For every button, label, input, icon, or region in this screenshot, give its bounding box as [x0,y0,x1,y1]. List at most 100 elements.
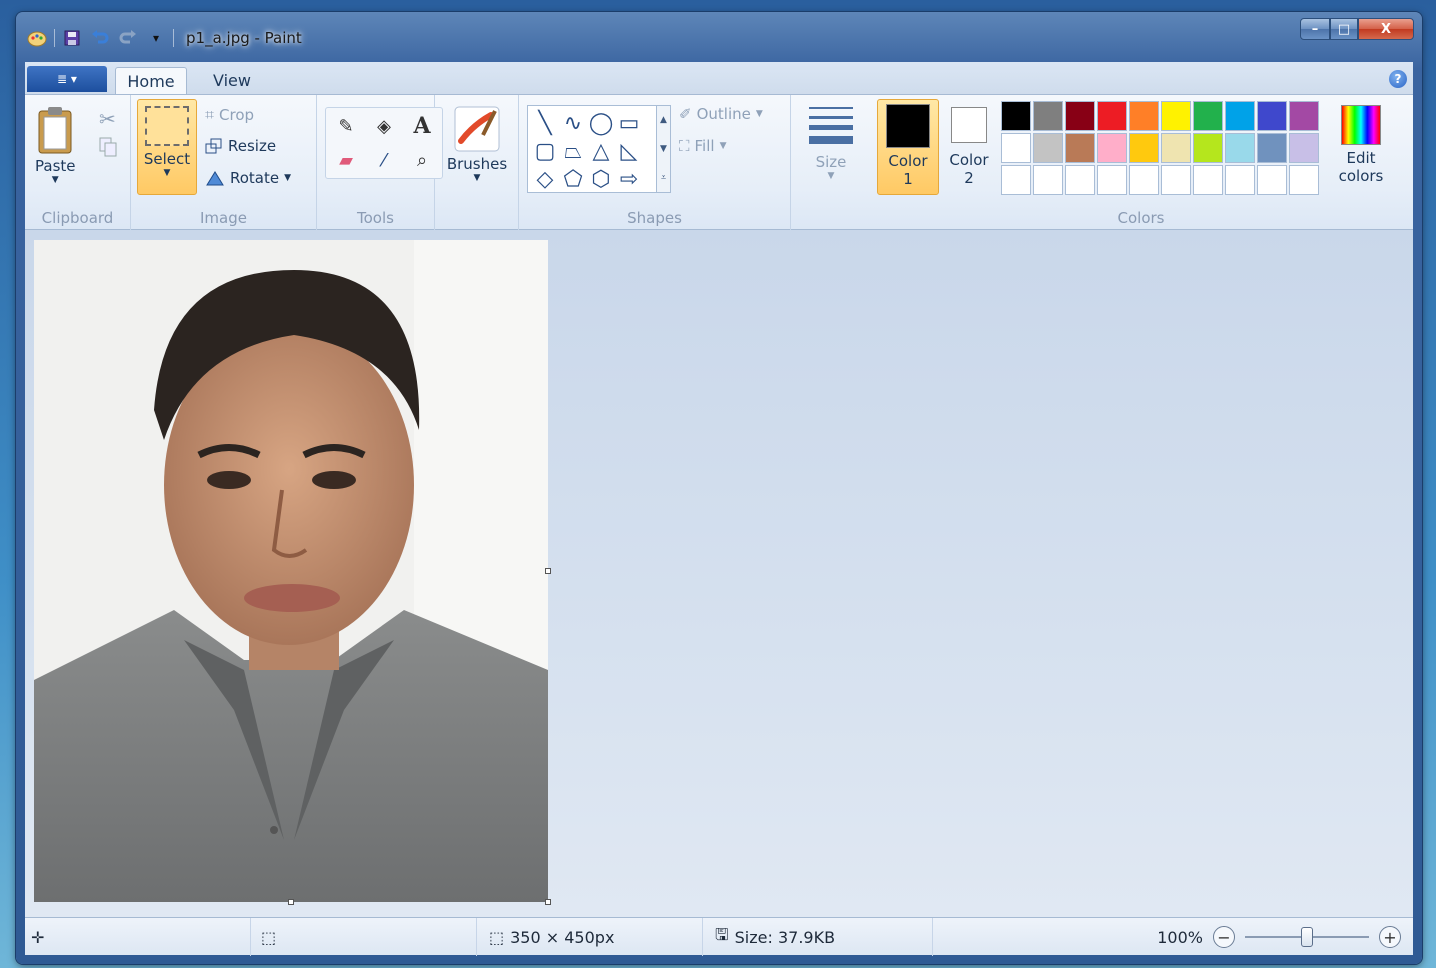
palette-swatch[interactable] [1161,101,1191,131]
palette-swatch[interactable] [1065,165,1095,195]
palette-swatch[interactable] [1161,133,1191,163]
help-icon[interactable]: ? [1389,70,1407,88]
right-arrow-shape-icon[interactable]: ⇨ [615,165,643,193]
window-title: p1_a.jpg - Paint [186,29,302,47]
triangle-shape-icon[interactable]: △ [587,137,615,165]
fill-button[interactable]: ⛶ Fill ▼ [679,137,726,155]
line-shape-icon[interactable]: ╲ [531,109,559,137]
gallery-expand-icon[interactable]: ⩡ [661,173,666,183]
select-button[interactable]: Select ▼ [137,99,197,195]
palette-swatch[interactable] [1065,133,1095,163]
palette-swatch[interactable] [1193,165,1223,195]
brushes-button[interactable]: Brushes ▼ [443,105,511,183]
zoom-in-button[interactable]: + [1379,926,1401,948]
tab-view[interactable]: View [201,67,263,94]
palette-swatch[interactable] [1225,165,1255,195]
rectangle-shape-icon[interactable]: ▭ [615,109,643,137]
title-bar[interactable]: ▾ p1_a.jpg - Paint – □ X [16,12,1422,62]
cut-icon[interactable]: ✂ [99,107,116,131]
image-dimensions-status: ⬚ 350 × 450px [477,918,703,956]
palette-swatch[interactable] [1129,165,1159,195]
size-button[interactable]: Size ▼ [803,103,859,181]
palette-swatch[interactable] [1257,165,1287,195]
palette-swatch[interactable] [1065,101,1095,131]
paint-app-icon[interactable] [26,27,48,49]
palette-swatch[interactable] [1001,101,1031,131]
palette-swatch[interactable] [1001,133,1031,163]
rounded-rectangle-shape-icon[interactable]: ▢ [531,137,559,165]
palette-swatch[interactable] [1033,165,1063,195]
qat-separator [54,29,55,47]
edit-colors-label-line1: Edit [1346,149,1376,167]
palette-swatch[interactable] [1097,101,1127,131]
palette-swatch[interactable] [1289,165,1319,195]
customize-qat-button[interactable]: ▾ [145,27,167,49]
palette-swatch[interactable] [1289,101,1319,131]
paste-button[interactable]: Paste ▼ [35,105,76,185]
resize-handle-bottom[interactable] [288,899,294,905]
brush-icon [454,106,500,152]
palette-swatch[interactable] [1225,133,1255,163]
copy-icon[interactable] [99,137,117,157]
rotate-button[interactable]: Rotate ▼ [205,169,291,187]
palette-swatch[interactable] [1257,101,1287,131]
file-size-status: 🖫 Size: 37.9KB [703,918,933,956]
outline-button[interactable]: ✐ Outline ▼ [679,105,763,123]
zoom-slider[interactable] [1245,926,1369,948]
line-size-icon [809,107,853,144]
color2-button[interactable]: Color 2 [941,99,997,195]
oval-shape-icon[interactable]: ◯ [587,109,615,137]
save-icon[interactable] [61,27,83,49]
palette-swatch[interactable] [1001,165,1031,195]
color-picker-icon[interactable]: ⁄ [368,146,400,174]
resize-button[interactable]: Resize [205,137,276,155]
palette-swatch[interactable] [1257,133,1287,163]
shapes-gallery-scroll[interactable]: ▲ ▼ ⩡ [657,105,671,193]
ribbon-tab-row: ≣ ▾ Home View ? [25,62,1413,94]
eraser-icon[interactable]: ▰ [330,146,362,174]
curve-shape-icon[interactable]: ∿ [559,109,587,137]
fill-bucket-icon[interactable]: ◈ [368,112,400,140]
palette-swatch[interactable] [1289,133,1319,163]
palette-swatch[interactable] [1225,101,1255,131]
redo-icon[interactable] [117,27,139,49]
pentagon-shape-icon[interactable]: ⬠ [559,165,587,193]
canvas-image[interactable] [34,240,548,902]
rotate-icon [206,171,224,186]
application-menu-button[interactable]: ≣ ▾ [27,66,107,92]
zoom-slider-thumb[interactable] [1301,927,1313,947]
pencil-icon[interactable]: ✎ [330,112,362,140]
magnifier-icon[interactable]: ⌕ [406,146,438,174]
tab-home[interactable]: Home [115,67,187,94]
resize-handle-right[interactable] [545,568,551,574]
color1-button[interactable]: Color 1 [877,99,939,195]
zoom-out-button[interactable]: − [1213,926,1235,948]
palette-swatch[interactable] [1193,133,1223,163]
maximize-button[interactable]: □ [1330,18,1358,40]
canvas-area[interactable] [25,230,1413,917]
crop-button[interactable]: ⌗ Crop [205,105,254,125]
edit-colors-button[interactable]: Edit colors [1329,105,1393,185]
scroll-up-icon[interactable]: ▲ [660,115,667,125]
palette-swatch[interactable] [1129,133,1159,163]
palette-swatch[interactable] [1129,101,1159,131]
tools-group-label: Tools [357,209,394,227]
ribbon: Paste ▼ ✂ Clipboard Select ▼ ⌗ Crop Resi… [25,94,1413,231]
text-tool-icon[interactable]: A [406,112,438,140]
undo-icon[interactable] [89,27,111,49]
right-triangle-shape-icon[interactable]: ◺ [615,137,643,165]
minimize-button[interactable]: – [1300,18,1330,40]
scroll-down-icon[interactable]: ▼ [660,144,667,154]
quick-access-toolbar: ▾ p1_a.jpg - Paint [26,26,302,50]
hexagon-shape-icon[interactable]: ⬡ [587,165,615,193]
palette-swatch[interactable] [1193,101,1223,131]
polygon-shape-icon[interactable]: ⏢ [559,137,587,165]
palette-swatch[interactable] [1033,133,1063,163]
palette-swatch[interactable] [1161,165,1191,195]
palette-swatch[interactable] [1033,101,1063,131]
diamond-shape-icon[interactable]: ◇ [531,165,559,193]
close-button[interactable]: X [1358,18,1414,40]
resize-handle-corner[interactable] [545,899,551,905]
palette-swatch[interactable] [1097,165,1127,195]
palette-swatch[interactable] [1097,133,1127,163]
